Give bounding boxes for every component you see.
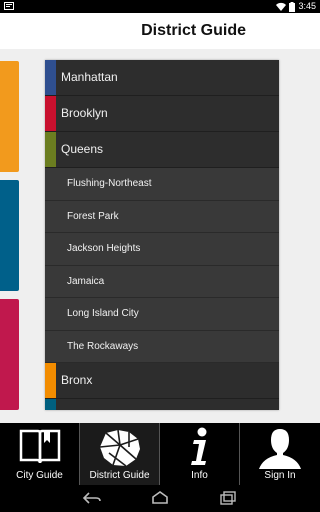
tab-label: District Guide bbox=[89, 470, 150, 481]
app-header: District Guide bbox=[0, 13, 320, 49]
district-color-bar bbox=[45, 96, 56, 131]
sub-item-the-rockaways[interactable]: The Rockaways bbox=[45, 330, 279, 363]
book-icon bbox=[19, 429, 60, 464]
tab-label: Info bbox=[191, 470, 208, 481]
notification-icon bbox=[4, 2, 14, 10]
back-icon[interactable] bbox=[82, 491, 102, 505]
list-item-label: Brooklyn bbox=[61, 106, 108, 120]
tab-sign-in[interactable]: Sign In bbox=[240, 423, 320, 485]
info-icon bbox=[190, 427, 206, 465]
page-title: District Guide bbox=[141, 22, 246, 39]
sub-item-label: Flushing-Northeast bbox=[67, 178, 152, 189]
list-item-partial[interactable] bbox=[45, 399, 279, 410]
sub-item-jamaica[interactable]: Jamaica bbox=[45, 265, 279, 298]
app-screen: 3:45 District Guide Manhattan Brooklyn Q… bbox=[0, 0, 320, 512]
district-color-bar bbox=[45, 60, 56, 95]
sub-item-label: Forest Park bbox=[67, 210, 119, 222]
list-item-manhattan[interactable]: Manhattan bbox=[45, 60, 279, 96]
list-item-label: Bronx bbox=[61, 373, 93, 387]
district-color-bar bbox=[45, 363, 56, 398]
list-item-bronx[interactable]: Bronx bbox=[45, 363, 279, 399]
district-list: Manhattan Brooklyn Queens Flushing-North… bbox=[45, 60, 279, 410]
sub-item-jackson-heights[interactable]: Jackson Heights bbox=[45, 233, 279, 266]
sub-item-label: Jackson Heights bbox=[67, 243, 141, 254]
district-color-bar bbox=[45, 132, 56, 167]
bottom-tab-bar: City Guide District Guide Info Sign In bbox=[0, 423, 320, 485]
side-card-orange[interactable] bbox=[0, 61, 19, 172]
sub-item-label: Long Island City bbox=[67, 308, 139, 319]
wifi-icon bbox=[276, 2, 287, 11]
home-icon[interactable] bbox=[150, 491, 170, 505]
battery-icon bbox=[289, 1, 296, 12]
tab-label: City Guide bbox=[16, 470, 63, 481]
sub-item-forest-park[interactable]: Forest Park bbox=[45, 200, 279, 233]
recent-apps-icon[interactable] bbox=[218, 491, 238, 505]
list-item-brooklyn[interactable]: Brooklyn bbox=[45, 96, 279, 132]
sub-item-flushing-northeast[interactable]: Flushing-Northeast bbox=[45, 168, 279, 201]
sub-item-label: The Rockaways bbox=[67, 340, 139, 352]
side-card-blue[interactable] bbox=[0, 180, 19, 291]
status-bar: 3:45 bbox=[0, 0, 320, 13]
list-item-label: Manhattan bbox=[61, 70, 118, 84]
sub-item-long-island-city[interactable]: Long Island City bbox=[45, 298, 279, 331]
status-clock: 3:45 bbox=[298, 1, 316, 11]
side-card-magenta[interactable] bbox=[0, 299, 19, 410]
list-item-queens[interactable]: Queens bbox=[45, 132, 279, 168]
district-color-bar bbox=[45, 399, 56, 410]
tab-label: Sign In bbox=[264, 470, 296, 481]
tab-district-guide[interactable]: District Guide bbox=[80, 423, 160, 485]
content-area: Manhattan Brooklyn Queens Flushing-North… bbox=[0, 49, 320, 423]
sub-item-label: Jamaica bbox=[67, 275, 105, 287]
district-map-icon bbox=[99, 429, 140, 467]
list-item-label: Queens bbox=[61, 142, 104, 156]
user-silhouette-icon bbox=[259, 429, 301, 469]
tab-info[interactable]: Info bbox=[160, 423, 240, 485]
system-nav-bar bbox=[0, 485, 320, 512]
tab-city-guide[interactable]: City Guide bbox=[0, 423, 80, 485]
